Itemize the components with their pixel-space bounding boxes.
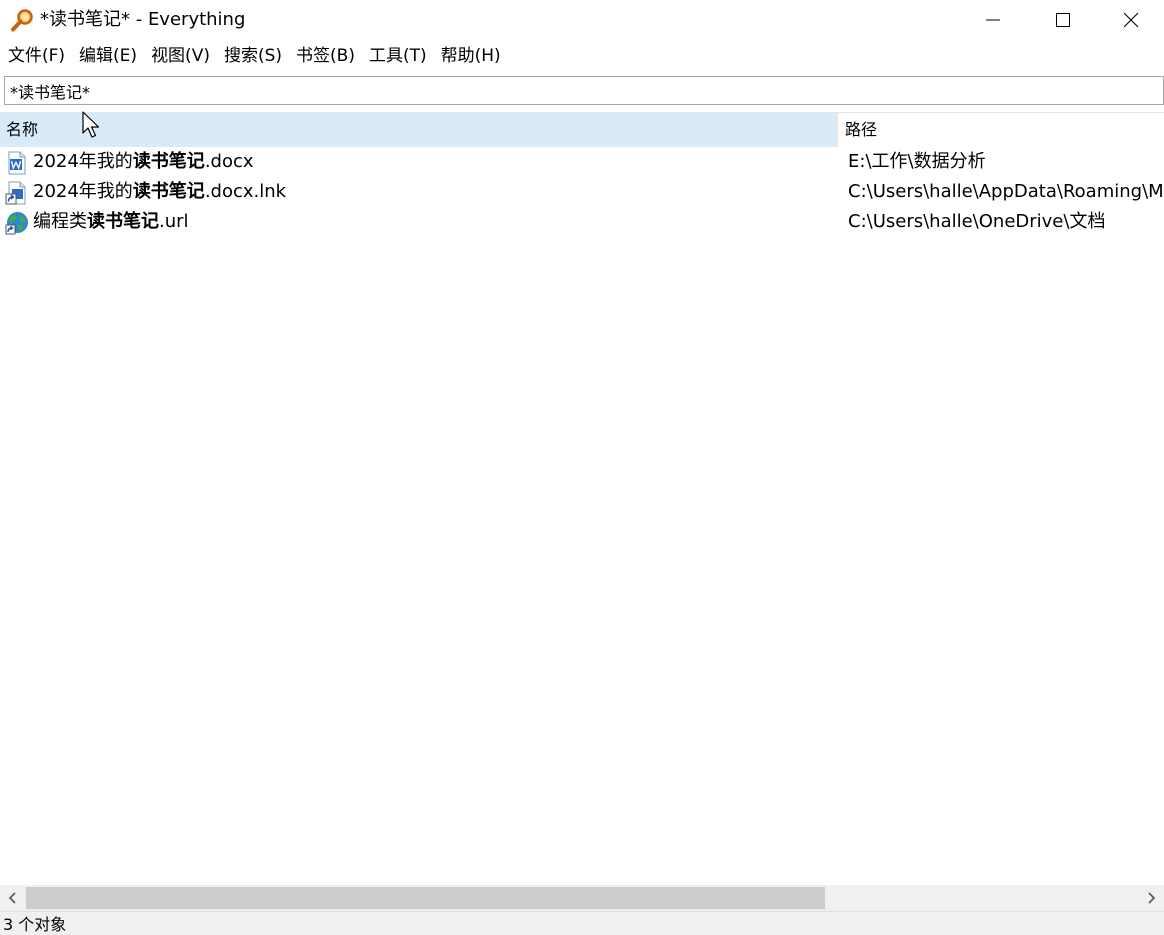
menu-view[interactable]: 视图(V): [147, 43, 214, 69]
window-title: *读书笔记* - Everything: [40, 9, 246, 30]
file-name-suffix: .url: [159, 211, 189, 232]
menu-tools[interactable]: 工具(T): [365, 43, 431, 69]
status-count: 3 个对象: [3, 915, 67, 934]
file-name-match: 读书笔记: [87, 211, 159, 232]
file-name: 2024年我的读书笔记.docx: [33, 150, 254, 174]
file-name-match: 读书笔记: [132, 181, 205, 202]
chevron-right-icon: [1148, 892, 1156, 904]
menu-file[interactable]: 文件(F): [4, 43, 69, 69]
file-name-prefix: 2024年我的: [33, 151, 133, 172]
horizontal-scrollbar[interactable]: [0, 885, 1164, 911]
menu-search[interactable]: 搜索(S): [220, 43, 286, 69]
chevron-left-icon: [8, 892, 16, 904]
file-name-suffix: .docx.lnk: [204, 181, 287, 202]
column-header-path-label: 路径: [845, 120, 878, 139]
maximize-icon: [1056, 13, 1070, 27]
column-header-name-label: 名称: [6, 120, 39, 139]
title-bar: *读书笔记* - Everything: [0, 0, 1164, 40]
table-row[interactable]: 2024年我的读书笔记.docx.lnk C:\Users\halle\AppD…: [0, 177, 1164, 207]
file-name: 2024年我的读书笔记.docx.lnk: [33, 180, 286, 204]
results-list: 2024年我的读书笔记.docx E:\工作\数据分析 2024年我的读书笔记.…: [0, 147, 1164, 885]
menu-edit[interactable]: 编辑(E): [75, 43, 141, 69]
menu-bar: 文件(F) 编辑(E) 视图(V) 搜索(S) 书签(B) 工具(T) 帮助(H…: [0, 42, 511, 70]
scrollbar-thumb[interactable]: [26, 887, 825, 909]
column-header-name[interactable]: 名称: [0, 113, 838, 147]
search-input[interactable]: [4, 76, 1164, 105]
table-row[interactable]: 2024年我的读书笔记.docx E:\工作\数据分析: [0, 147, 1164, 177]
status-bar: 3 个对象: [0, 911, 1164, 935]
menu-bookmarks[interactable]: 书签(B): [292, 43, 359, 69]
file-name: 编程类读书笔记.url: [33, 210, 189, 234]
scroll-left-button[interactable]: [0, 885, 26, 911]
menu-help[interactable]: 帮助(H): [437, 43, 505, 69]
shortcut-doc-icon: [5, 181, 26, 205]
file-name-match: 读书笔记: [132, 151, 205, 172]
globe-url-icon: [5, 212, 28, 235]
file-path: C:\Users\halle\AppData\Roaming\Mi: [848, 181, 1164, 202]
close-icon: [1123, 12, 1139, 28]
minimize-button[interactable]: [958, 0, 1028, 40]
file-name-prefix: 编程类: [33, 211, 87, 232]
word-doc-icon: [8, 151, 26, 175]
column-header-path[interactable]: 路径: [838, 113, 1164, 147]
scroll-right-button[interactable]: [1138, 885, 1164, 911]
file-name-prefix: 2024年我的: [33, 181, 133, 202]
file-path: C:\Users\halle\OneDrive\文档: [848, 211, 1106, 232]
column-header: 名称 路径: [0, 112, 1164, 147]
close-button[interactable]: [1098, 0, 1164, 40]
file-path: E:\工作\数据分析: [848, 151, 986, 172]
minimize-icon: [986, 19, 1000, 21]
maximize-button[interactable]: [1028, 0, 1098, 40]
file-name-suffix: .docx: [204, 151, 254, 172]
table-row[interactable]: 编程类读书笔记.url C:\Users\halle\OneDrive\文档: [0, 207, 1164, 237]
magnifier-icon: [11, 9, 33, 32]
